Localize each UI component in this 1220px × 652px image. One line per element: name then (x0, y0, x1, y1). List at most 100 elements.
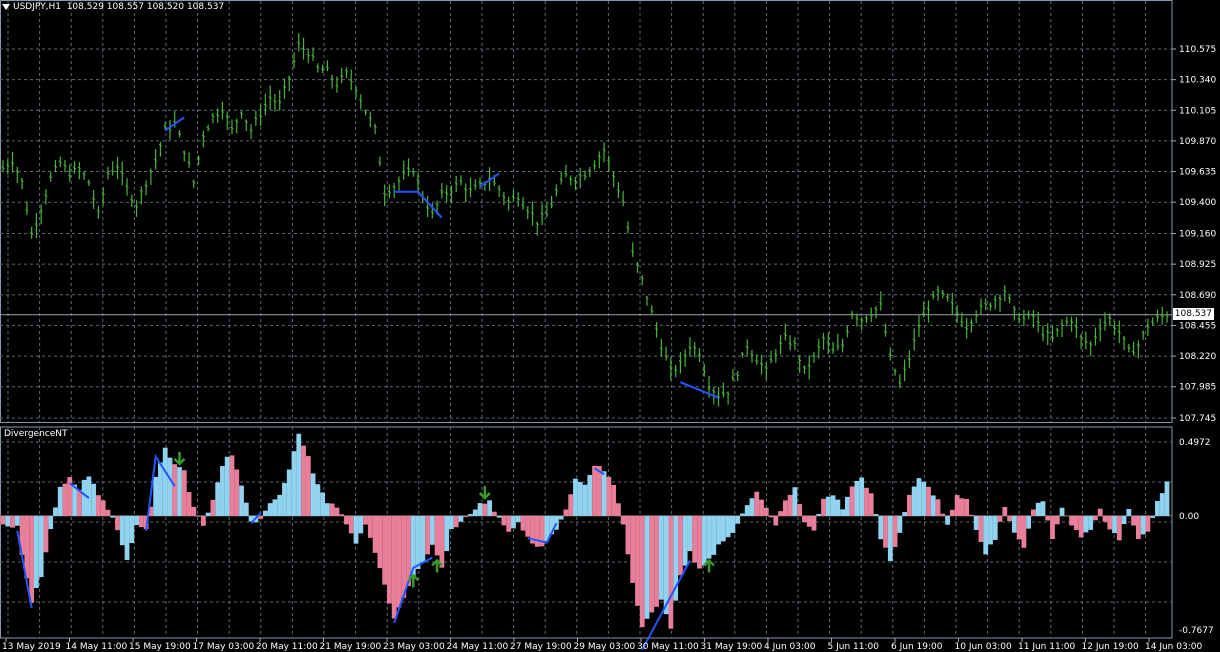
histogram-bar (282, 483, 287, 516)
chart-canvas[interactable]: 110.575 110.340 110.105 109.870 109.635 109.4… (0, 0, 1220, 652)
histogram-bar (906, 494, 912, 516)
histogram-bar (1135, 515, 1141, 540)
histogram-bar (1159, 493, 1165, 516)
histogram-bar (635, 515, 640, 606)
histogram-bar (167, 457, 173, 516)
histogram-bar (825, 496, 831, 516)
histogram-bar (296, 433, 302, 516)
histogram-bar (740, 513, 745, 516)
histogram-bar (48, 515, 54, 530)
histogram-bar (224, 456, 230, 516)
histogram-bar (76, 489, 82, 516)
histogram-bar (1126, 508, 1132, 516)
histogram-bar (930, 495, 936, 516)
histogram-bar (663, 515, 669, 615)
time-axis-label: 5 Jun 11:00 (828, 642, 880, 652)
histogram-bar (496, 515, 502, 518)
histogram-bar (1026, 515, 1032, 529)
histogram-bar (697, 515, 702, 569)
histogram-bar (1007, 515, 1012, 522)
price-bars (1, 33, 1169, 407)
time-axis-label: 31 May 19:00 (701, 642, 763, 652)
histogram-bar (449, 515, 454, 529)
histogram-bar (1073, 515, 1079, 530)
histogram-bar (334, 507, 340, 516)
histogram-bar (344, 515, 349, 525)
histogram-bar (339, 514, 345, 516)
time-axis-label: 29 May 03:00 (574, 642, 636, 652)
histogram-bar (177, 467, 182, 516)
histogram-bar (959, 498, 965, 516)
histogram-bar (668, 515, 674, 629)
indicator-axis-label: 0.00 (1179, 512, 1199, 522)
price-axis-label: 109.400 (1179, 198, 1216, 208)
histogram-bar (0, 515, 6, 525)
histogram-bar (515, 515, 521, 523)
histogram-bar (1093, 515, 1098, 521)
histogram-bar (630, 515, 636, 583)
histogram-bar (625, 515, 631, 555)
histogram-bar (782, 500, 788, 516)
histogram-bar (62, 483, 68, 516)
histogram-bar (53, 507, 58, 516)
histogram-bar (81, 479, 87, 516)
histogram-bar (1145, 515, 1151, 532)
histogram-bar (1164, 481, 1170, 516)
histogram-bar (654, 515, 659, 607)
histogram-bar (1069, 515, 1074, 526)
histogram-bar (592, 465, 597, 516)
price-axis-label: 107.985 (1179, 383, 1216, 393)
histogram-bar (716, 515, 721, 545)
histogram-bar (897, 515, 903, 533)
price-axis-label: 108.690 (1179, 291, 1216, 301)
histogram-bar (978, 515, 984, 542)
histogram-bar (844, 496, 850, 516)
histogram-bar (158, 462, 163, 516)
price-axis-label: 108.455 (1179, 321, 1216, 331)
histogram-bar (835, 499, 841, 516)
histogram-bar (1011, 515, 1017, 533)
histogram-bar (382, 515, 388, 585)
time-axis-label: 24 May 11:00 (447, 642, 509, 652)
histogram-bar (172, 464, 178, 516)
histogram-bar (1002, 506, 1008, 516)
histogram-bar (491, 511, 497, 516)
histogram-bar (816, 513, 822, 516)
dropdown-triangle-icon[interactable] (2, 3, 10, 10)
histogram-bar (1035, 502, 1041, 516)
histogram-bar (239, 485, 244, 516)
histogram-bar (138, 515, 144, 528)
time-axis-label: 12 Jun 19:00 (1082, 642, 1139, 652)
histogram-bar (429, 515, 435, 545)
histogram-bar (949, 509, 955, 516)
histogram-bar (534, 515, 540, 547)
histogram-bar (787, 494, 793, 516)
histogram-bar (367, 515, 373, 538)
time-axis-label: 21 May 19:00 (320, 642, 382, 652)
histogram-bar (329, 503, 335, 516)
histogram-bar (658, 515, 664, 600)
histogram-bar (615, 503, 621, 516)
histogram-bar (759, 499, 764, 516)
histogram-bar (854, 480, 860, 516)
histogram-bar (262, 510, 268, 516)
histogram-bar (725, 515, 731, 538)
histogram-bar (324, 503, 330, 516)
histogram-bar (363, 515, 368, 525)
histogram-bar (1083, 515, 1089, 533)
histogram-bar (735, 515, 741, 524)
price-axis-label: 108.925 (1179, 260, 1216, 270)
time-axis-label: 27 May 19:00 (510, 642, 572, 652)
histogram-bar (563, 509, 569, 516)
histogram-bar (1021, 515, 1027, 548)
histogram-bar (706, 515, 712, 559)
histogram-bar (420, 515, 426, 563)
histogram-bar (639, 515, 645, 628)
histogram-bar (730, 515, 736, 533)
histogram-bar (1097, 508, 1103, 516)
histogram-bar (377, 515, 383, 569)
histogram-bar (210, 499, 216, 516)
histogram-bar (277, 494, 283, 516)
histogram-bar (110, 515, 116, 518)
histogram-bar (797, 504, 803, 516)
